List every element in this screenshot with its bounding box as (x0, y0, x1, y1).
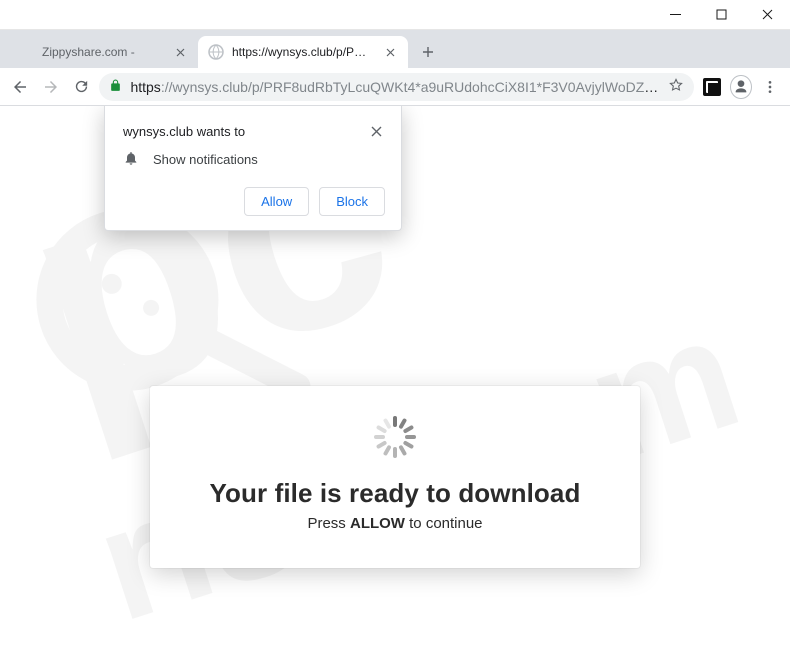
profile-avatar-button[interactable] (730, 75, 751, 99)
close-window-button[interactable] (744, 0, 790, 29)
tab-favicon (18, 44, 34, 60)
browser-menu-button[interactable] (758, 73, 782, 101)
tab-favicon (208, 44, 224, 60)
close-tab-button[interactable] (382, 44, 398, 60)
url-text: https://wynsys.club/p/PRF8udRbTyLcuQWKt4… (130, 79, 659, 95)
tab-title: Zippyshare.com - (42, 45, 164, 59)
loading-spinner-icon (374, 416, 416, 458)
close-tab-button[interactable] (172, 44, 188, 60)
reload-button[interactable] (69, 73, 93, 101)
tab-strip: Zippyshare.com - https://wynsys.club/p/P… (0, 30, 790, 68)
lock-icon (109, 79, 122, 95)
card-heading: Your file is ready to download (174, 478, 616, 509)
permission-origin: wynsys.club wants to (123, 124, 245, 139)
browser-toolbar: https://wynsys.club/p/PRF8udRbTyLcuQWKt4… (0, 68, 790, 106)
download-card: Your file is ready to download Press ALL… (150, 386, 640, 568)
block-notifications-button[interactable]: Block (319, 187, 385, 216)
card-subtext: Press ALLOW to continue (174, 515, 616, 532)
tab-zippyshare[interactable]: Zippyshare.com - (8, 36, 198, 68)
url-scheme: https (130, 79, 160, 95)
close-permission-button[interactable] (367, 122, 385, 140)
extension-icon[interactable] (700, 73, 724, 101)
maximize-button[interactable] (698, 0, 744, 29)
page-content: pc risk.com Your file is ready to downlo… (0, 106, 790, 652)
back-button[interactable] (8, 73, 32, 101)
bookmark-star-icon[interactable] (668, 77, 684, 96)
tab-wynsys[interactable]: https://wynsys.club/p/PRF8udRb (198, 36, 408, 68)
tab-title: https://wynsys.club/p/PRF8udRb (232, 45, 374, 59)
forward-button[interactable] (38, 73, 62, 101)
address-bar[interactable]: https://wynsys.club/p/PRF8udRbTyLcuQWKt4… (99, 73, 693, 101)
bell-icon (123, 150, 139, 169)
permission-kind: Show notifications (153, 152, 258, 167)
minimize-button[interactable] (652, 0, 698, 29)
url-rest: ://wynsys.club/p/PRF8udRbTyLcuQWKt4*a9uR… (161, 79, 660, 95)
new-tab-button[interactable] (414, 38, 442, 66)
window-titlebar (0, 0, 790, 30)
allow-notifications-button[interactable]: Allow (244, 187, 309, 216)
notification-permission-popup: wynsys.club wants to Show notifications … (104, 106, 402, 231)
